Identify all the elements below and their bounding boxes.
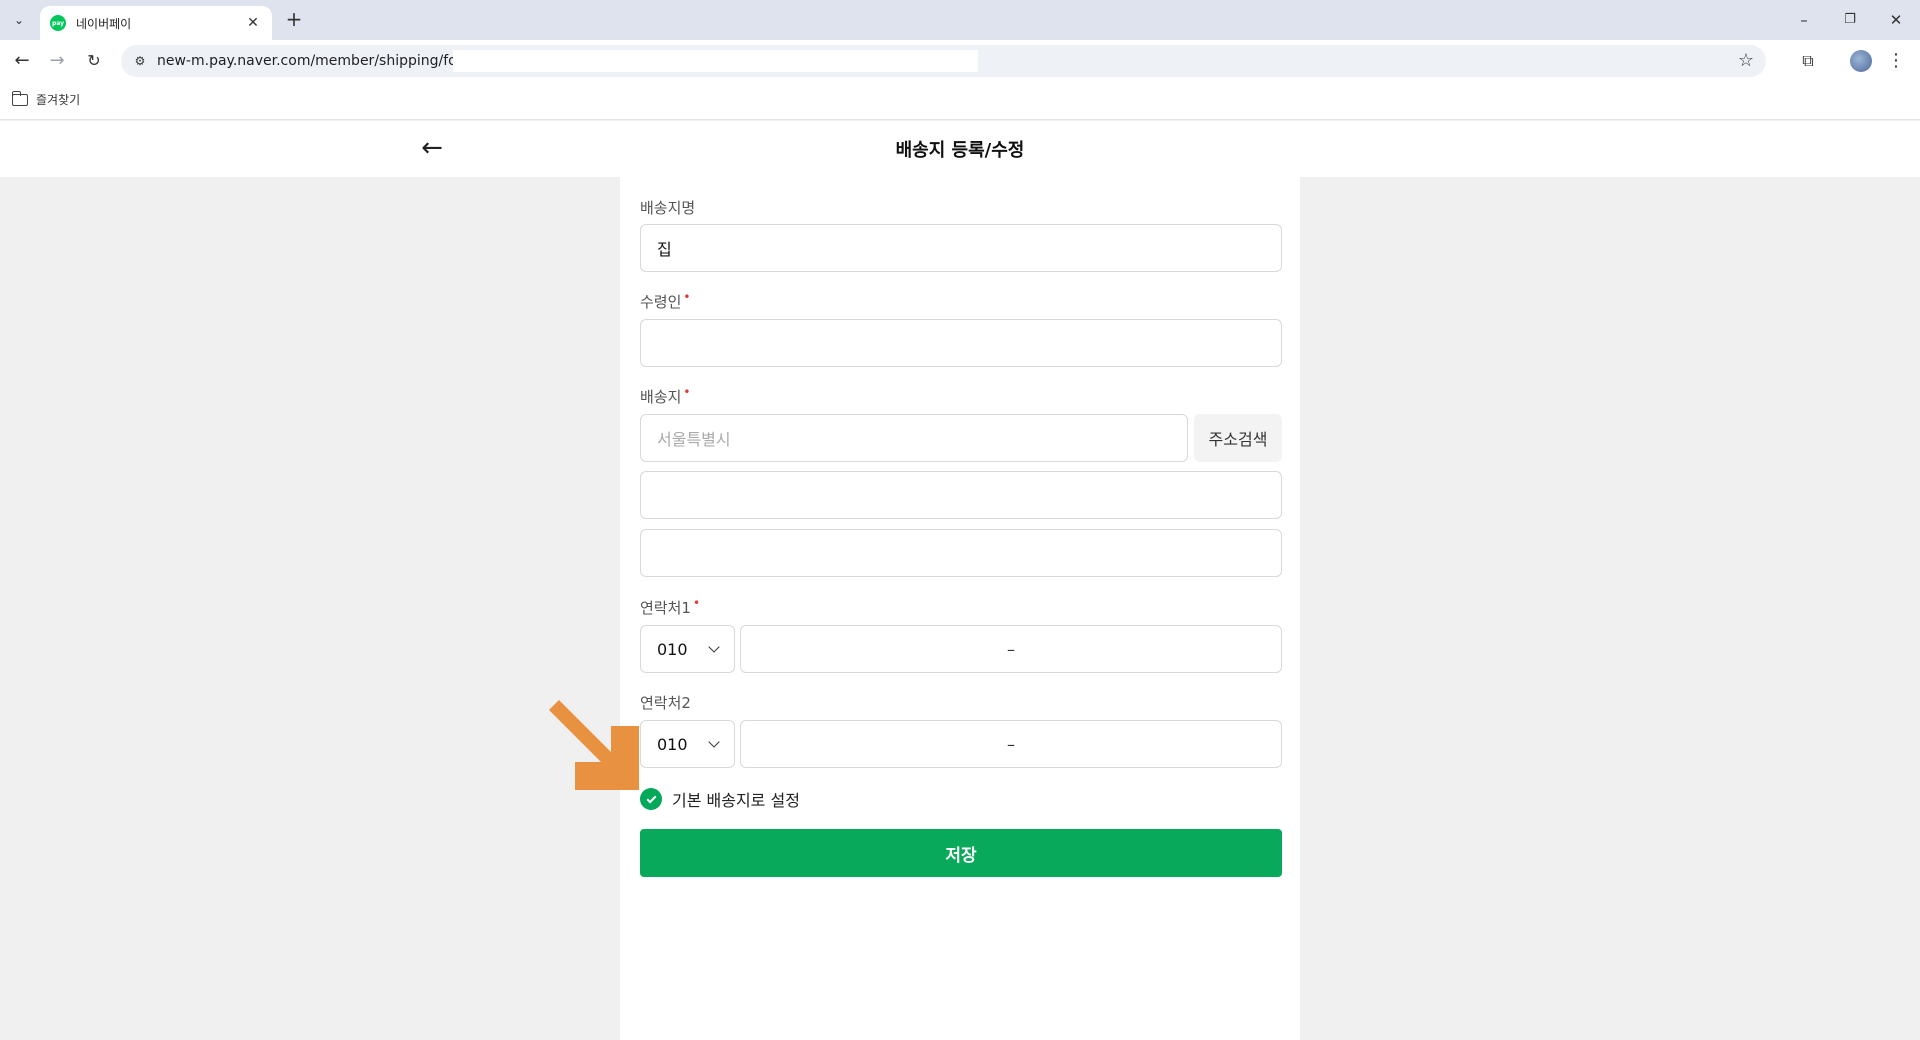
window-close-icon[interactable]: ✕ xyxy=(1884,8,1908,32)
extensions-icon[interactable]: ⧉ xyxy=(1796,49,1820,73)
back-icon[interactable]: ← xyxy=(10,49,34,73)
shipping-name-label: 배송지명 xyxy=(640,199,696,217)
address-detail-input-2[interactable] xyxy=(640,529,1282,577)
chevron-down-icon xyxy=(708,641,720,653)
address-input[interactable]: 서울특별시 xyxy=(640,414,1188,462)
recipient-label: 수령인 • xyxy=(640,290,691,311)
contact2-number-input[interactable]: – xyxy=(740,720,1282,768)
site-info-icon[interactable]: ⚙ xyxy=(131,52,149,70)
tab-search-chevron-icon[interactable]: ⌄ xyxy=(8,9,30,31)
forward-icon[interactable]: → xyxy=(45,49,69,73)
restore-icon[interactable]: ❐ xyxy=(1838,8,1862,32)
contact1-label: 연락처1 • xyxy=(640,596,701,617)
save-button[interactable]: 저장 xyxy=(640,829,1282,877)
folder-icon xyxy=(11,90,28,106)
new-tab-icon[interactable]: + xyxy=(282,8,306,32)
annotation-arrow-icon xyxy=(545,700,639,790)
recipient-input[interactable] xyxy=(640,319,1282,367)
address-label: 배송지 • xyxy=(640,385,691,406)
browser-tab[interactable]: pay 네이버페이 ✕ xyxy=(40,6,272,40)
address-bar[interactable]: ⚙ new-m.pay.naver.com/member/shipping/fo… xyxy=(121,45,1766,77)
address-search-button[interactable]: 주소검색 xyxy=(1194,414,1282,462)
address-detail-input-1[interactable] xyxy=(640,471,1282,519)
naver-pay-favicon-icon: pay xyxy=(50,15,66,31)
menu-kebab-icon[interactable]: ⋮ xyxy=(1884,49,1908,73)
browser-toolbar: ← → ↻ ⚙ new-m.pay.naver.com/member/shipp… xyxy=(0,40,1920,82)
page-header: ← 배송지 등록/수정 xyxy=(0,121,1920,177)
url-text: new-m.pay.naver.com/member/shipping/form… xyxy=(157,53,484,69)
default-address-checkbox[interactable]: 기본 배송지로 설정 xyxy=(640,787,800,811)
tab-title: 네이버페이 xyxy=(76,16,132,31)
profile-avatar[interactable] xyxy=(1850,50,1872,72)
bookmark-folder-favorites[interactable]: 즐겨찾기 xyxy=(11,90,81,108)
tab-close-icon[interactable]: ✕ xyxy=(244,15,262,31)
bookmark-folder-label: 즐겨찾기 xyxy=(36,93,81,107)
contact2-label: 연락처2 xyxy=(640,694,691,712)
minimize-icon[interactable]: – xyxy=(1792,8,1816,32)
reload-icon[interactable]: ↻ xyxy=(82,49,106,73)
shipping-form: 배송지명 집 수령인 • 배송지 • 서울특별시 주소검색 연락처1 • 010 – … xyxy=(620,177,1300,1040)
bookmark-star-icon[interactable]: ☆ xyxy=(1738,50,1754,71)
contact1-number-input[interactable]: – xyxy=(740,625,1282,673)
required-mark: • xyxy=(683,290,691,304)
contact2-prefix-value: 010 xyxy=(657,734,688,754)
contact2-prefix-select[interactable]: 010 xyxy=(640,720,735,768)
required-mark: • xyxy=(683,385,691,399)
contact1-prefix-value: 010 xyxy=(657,639,688,659)
page-title: 배송지 등록/수정 xyxy=(895,140,1025,161)
url-redaction xyxy=(453,50,978,72)
default-address-label: 기본 배송지로 설정 xyxy=(672,791,800,810)
required-mark: • xyxy=(692,596,701,610)
shipping-name-input[interactable]: 집 xyxy=(640,224,1282,272)
contact1-prefix-select[interactable]: 010 xyxy=(640,625,735,673)
chevron-down-icon xyxy=(708,736,720,748)
bookmarks-bar: 즐겨찾기 xyxy=(0,82,1920,120)
browser-tab-bar: ⌄ pay 네이버페이 ✕ + – ❐ ✕ xyxy=(0,0,1920,40)
